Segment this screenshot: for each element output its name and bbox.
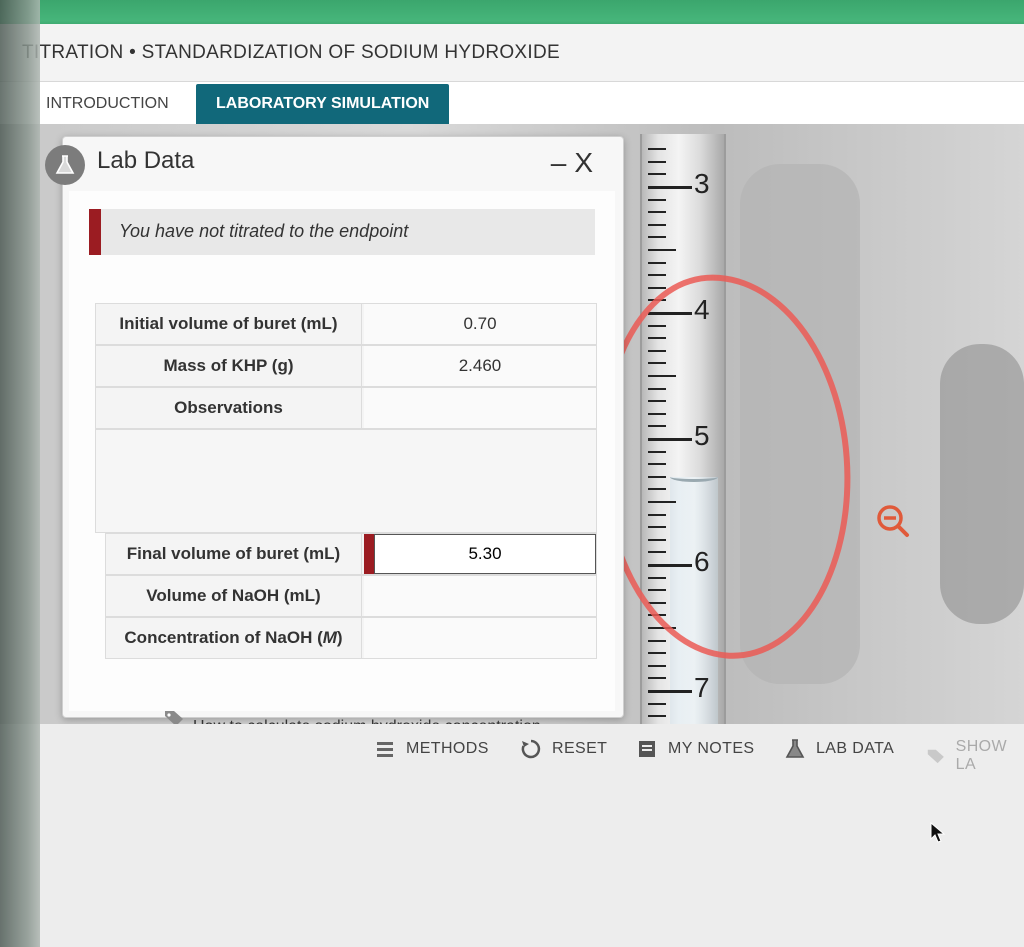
lab-data-dialog: Lab Data – X You have not titrated to th… bbox=[45, 136, 624, 735]
buret-major-tick bbox=[648, 186, 692, 189]
initial-volume-value: 0.70 bbox=[364, 304, 596, 344]
buret-minor-tick bbox=[648, 652, 666, 655]
notes-icon bbox=[639, 741, 655, 757]
background-equipment bbox=[940, 344, 1024, 624]
lab-data-button[interactable]: LAB DATA bbox=[784, 738, 894, 760]
dialog-controls: – X bbox=[551, 147, 593, 179]
app-screen: TITRATION • STANDARDIZATION OF SODIUM HY… bbox=[0, 24, 1024, 947]
tab-bar: INTRODUCTION LABORATORY SIMULATION bbox=[0, 82, 1024, 124]
buret-minor-tick bbox=[648, 702, 666, 705]
concentration-naoh-label: Concentration of NaOH (M) bbox=[106, 618, 362, 658]
tab-laboratory-simulation[interactable]: LABORATORY SIMULATION bbox=[196, 84, 450, 124]
buret-major-tick bbox=[648, 690, 692, 693]
final-volume-label: Final volume of buret (mL) bbox=[106, 534, 362, 574]
buret-minor-tick bbox=[648, 198, 666, 201]
observations-label: Observations bbox=[96, 388, 362, 428]
buret-label-7: 7 bbox=[694, 672, 710, 703]
minimize-button[interactable]: – bbox=[551, 147, 567, 179]
tab-introduction[interactable]: INTRODUCTION bbox=[26, 84, 189, 124]
buret-minor-tick bbox=[648, 639, 666, 642]
flask-icon bbox=[45, 145, 85, 185]
observations-field[interactable] bbox=[95, 429, 597, 533]
bottom-toolbar: METHODS RESET MY NOTES LAB DATA SHOW LA bbox=[0, 724, 1024, 947]
reset-label: RESET bbox=[552, 740, 608, 757]
buret-minor-tick bbox=[648, 223, 666, 226]
volume-naoh-label: Volume of NaOH (mL) bbox=[106, 576, 362, 616]
buret-label-3: 3 bbox=[694, 168, 710, 199]
row-mass-khp: Mass of KHP (g) 2.460 bbox=[95, 345, 597, 387]
my-notes-label: MY NOTES bbox=[668, 740, 755, 757]
initial-volume-label: Initial volume of buret (mL) bbox=[96, 304, 362, 344]
tag-icon bbox=[927, 749, 944, 764]
close-button[interactable]: X bbox=[574, 147, 593, 179]
dialog-title: Lab Data bbox=[97, 147, 195, 174]
buret-minor-tick bbox=[648, 677, 666, 680]
flask-icon bbox=[785, 739, 805, 758]
buret-minor-tick bbox=[648, 664, 666, 667]
row-volume-naoh: Volume of NaOH (mL) bbox=[105, 575, 597, 617]
alert-bar bbox=[89, 209, 101, 255]
monitor-left-bezel bbox=[0, 0, 40, 947]
buret-minor-tick bbox=[648, 274, 666, 277]
lab-data-label: LAB DATA bbox=[816, 740, 895, 757]
buret-minor-tick bbox=[648, 236, 666, 239]
mass-khp-value: 2.460 bbox=[364, 346, 596, 386]
buret-minor-tick bbox=[648, 211, 666, 214]
buret-minor-tick bbox=[648, 286, 666, 289]
row-final-volume: Final volume of buret (mL) 5.30 bbox=[105, 533, 597, 575]
zoom-out-icon[interactable] bbox=[876, 504, 910, 538]
buret-minor-tick bbox=[648, 249, 676, 251]
concentration-naoh-value[interactable] bbox=[364, 618, 596, 658]
observations-value[interactable] bbox=[364, 388, 596, 428]
buret-minor-tick bbox=[648, 173, 666, 176]
final-volume-input[interactable]: 5.30 bbox=[374, 534, 596, 574]
dialog-body: You have not titrated to the endpoint In… bbox=[69, 191, 615, 735]
reset-icon bbox=[521, 739, 541, 759]
show-labels-label: SHOW LA bbox=[955, 738, 1008, 773]
buret-minor-tick bbox=[648, 261, 666, 264]
reset-button[interactable]: RESET bbox=[520, 738, 607, 760]
methods-button[interactable]: METHODS bbox=[374, 738, 489, 760]
cursor-icon bbox=[930, 822, 946, 843]
volume-naoh-value[interactable] bbox=[364, 576, 596, 616]
alert-text: You have not titrated to the endpoint bbox=[119, 221, 409, 241]
mass-khp-label: Mass of KHP (g) bbox=[96, 346, 362, 386]
list-icon bbox=[377, 742, 393, 757]
buret-minor-tick bbox=[648, 148, 666, 151]
required-marker bbox=[364, 534, 374, 574]
buret-minor-tick bbox=[648, 715, 666, 718]
row-initial-volume: Initial volume of buret (mL) 0.70 bbox=[95, 303, 597, 345]
show-labels-button[interactable]: SHOW LA bbox=[926, 738, 1024, 774]
my-notes-button[interactable]: MY NOTES bbox=[636, 738, 754, 760]
title-bar: TITRATION • STANDARDIZATION OF SODIUM HY… bbox=[0, 24, 1024, 82]
app-title: TITRATION • STANDARDIZATION OF SODIUM HY… bbox=[22, 42, 560, 63]
methods-label: METHODS bbox=[406, 740, 489, 757]
endpoint-alert: You have not titrated to the endpoint bbox=[89, 209, 595, 255]
row-concentration-naoh: Concentration of NaOH (M) bbox=[105, 617, 597, 659]
row-observations: Observations bbox=[95, 387, 597, 429]
buret-minor-tick bbox=[648, 160, 666, 163]
